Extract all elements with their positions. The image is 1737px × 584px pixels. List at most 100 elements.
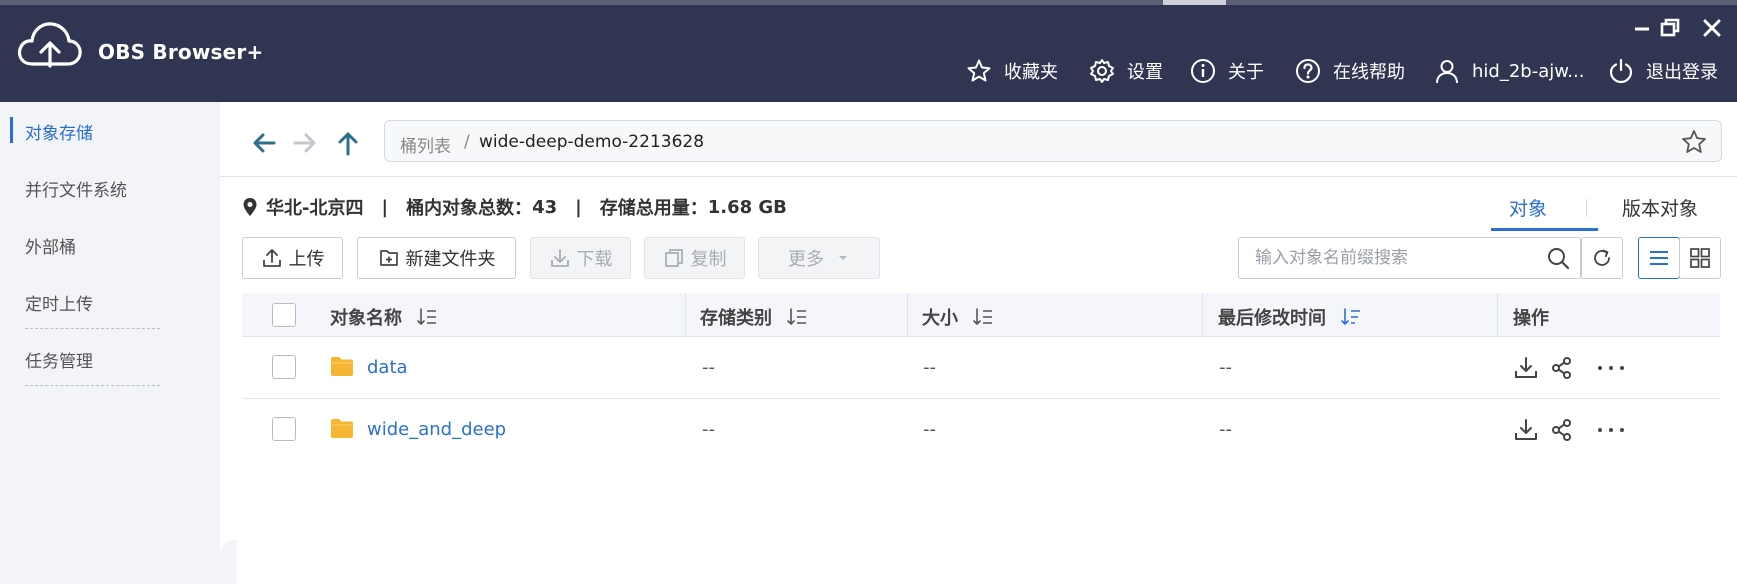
grid-view-icon (1690, 248, 1710, 268)
size-cell: -- (923, 419, 936, 440)
share-icon[interactable] (1549, 355, 1575, 381)
cloud-upload-icon (17, 22, 82, 68)
more-icon[interactable] (1596, 417, 1626, 443)
favorites-label: 收藏夹 (1004, 62, 1058, 83)
new-folder-button[interactable]: 新建文件夹 (357, 237, 516, 279)
sort-icon[interactable] (416, 306, 438, 328)
username-label: hid_2b-ajw... (1472, 60, 1585, 82)
table-row[interactable]: wide_and_deep -- -- -- (242, 399, 1720, 461)
column-header-storage-class[interactable]: 存储类别 (700, 304, 808, 330)
restore-icon[interactable] (1658, 16, 1682, 40)
list-view-icon (1650, 251, 1668, 265)
sort-icon[interactable] (786, 306, 808, 328)
upload-label: 上传 (288, 249, 325, 270)
list-view-button[interactable] (1638, 237, 1680, 279)
power-icon (1609, 58, 1633, 84)
online-help-button[interactable]: 在线帮助 (1295, 56, 1405, 86)
more-dropdown-button[interactable]: 更多 (758, 237, 880, 279)
tab-divider (1586, 199, 1587, 217)
back-arrow-icon[interactable] (249, 128, 279, 158)
caret-down-icon (839, 256, 847, 260)
column-storage-class-label: 存储类别 (700, 308, 772, 329)
column-header-actions: 操作 (1513, 304, 1549, 330)
sort-active-icon[interactable] (1340, 306, 1362, 328)
column-separator (1497, 293, 1498, 337)
forward-arrow-icon[interactable] (290, 128, 320, 158)
close-icon[interactable] (1700, 16, 1724, 40)
row-checkbox[interactable] (272, 417, 296, 441)
tab-version-objects[interactable]: 版本对象 (1622, 194, 1698, 221)
tab-objects[interactable]: 对象 (1509, 194, 1547, 221)
column-header-name[interactable]: 对象名称 (330, 304, 438, 330)
grid-view-button[interactable] (1679, 237, 1721, 279)
sidebar-item-scheduled-upload[interactable]: 定时上传 (25, 290, 93, 315)
column-separator (907, 293, 908, 337)
sidebar-item-external-bucket[interactable]: 外部桶 (25, 233, 76, 258)
download-icon[interactable] (1513, 355, 1539, 381)
region-label: 华北-北京四 (266, 198, 364, 219)
sidebar-item-task-management[interactable]: 任务管理 (25, 347, 93, 372)
storage-class-cell: -- (702, 419, 715, 440)
storage-usage-label: 存储总用量： (599, 198, 708, 219)
copy-label: 复制 (690, 249, 727, 270)
column-actions-label: 操作 (1513, 308, 1549, 329)
refresh-button[interactable] (1581, 237, 1623, 279)
settings-label: 设置 (1127, 62, 1163, 83)
storage-class-cell: -- (702, 357, 715, 378)
online-help-label: 在线帮助 (1333, 62, 1405, 83)
table-row[interactable]: data -- -- -- (242, 337, 1720, 399)
breadcrumb-current-bucket: wide-deep-demo-2213628 (479, 132, 705, 152)
modified-cell: -- (1219, 357, 1232, 378)
folder-icon (331, 419, 353, 438)
sort-icon[interactable] (972, 306, 994, 328)
size-cell: -- (923, 357, 936, 378)
sidebar (0, 102, 220, 584)
storage-usage-value: 1.68 GB (707, 196, 787, 218)
copy-button[interactable]: 复制 (644, 237, 745, 279)
breadcrumb-bucket-list[interactable]: 桶列表 (400, 132, 451, 157)
top-scroll-strip (0, 0, 1737, 5)
settings-button[interactable]: 设置 (1089, 56, 1163, 86)
upload-button[interactable]: 上传 (242, 237, 343, 279)
search-input[interactable] (1239, 238, 1539, 278)
user-account-button[interactable]: hid_2b-ajw... (1434, 56, 1584, 86)
minimize-icon[interactable] (1630, 16, 1654, 40)
breadcrumb[interactable]: 桶列表 / wide-deep-demo-2213628 (384, 120, 1722, 162)
user-icon (1436, 60, 1458, 84)
column-header-size[interactable]: 大小 (922, 304, 994, 330)
breadcrumb-separator: / (464, 132, 470, 152)
object-name-link[interactable]: data (367, 357, 408, 378)
about-label: 关于 (1228, 62, 1264, 83)
new-folder-label: 新建文件夹 (405, 249, 496, 270)
download-icon[interactable] (1513, 417, 1539, 443)
download-icon (550, 249, 569, 267)
download-button[interactable]: 下载 (530, 237, 631, 279)
column-header-modified[interactable]: 最后修改时间 (1218, 304, 1362, 330)
about-button[interactable]: 关于 (1190, 56, 1264, 86)
column-modified-label: 最后修改时间 (1218, 308, 1326, 329)
top-scroll-thumb[interactable] (1163, 0, 1226, 5)
table-header: 对象名称 存储类别 大小 最后修改时间 操作 (242, 293, 1720, 337)
sidebar-item-parallel-fs[interactable]: 并行文件系统 (25, 176, 127, 201)
object-name-link[interactable]: wide_and_deep (367, 419, 506, 440)
column-name-label: 对象名称 (330, 308, 402, 329)
active-tab-underline (1491, 228, 1598, 231)
column-separator (1202, 293, 1203, 337)
share-icon[interactable] (1549, 417, 1575, 443)
search-icon[interactable] (1546, 246, 1570, 270)
row-checkbox[interactable] (272, 355, 296, 379)
more-icon[interactable] (1596, 355, 1626, 381)
bookmark-star-icon[interactable] (1680, 128, 1708, 156)
bucket-info: 华北-北京四 | 桶内对象总数： 43 | 存储总用量： 1.68 GB (242, 194, 787, 220)
select-all-checkbox[interactable] (272, 303, 296, 327)
logout-label: 退出登录 (1646, 62, 1718, 83)
sidebar-divider (25, 385, 160, 386)
logout-button[interactable]: 退出登录 (1608, 56, 1718, 86)
gear-icon (1090, 59, 1114, 83)
title-bar: OBS Browser+ 收藏夹 设置 关于 在线帮助 hid_2b-ajw..… (0, 0, 1737, 102)
refresh-icon (1594, 249, 1610, 266)
up-arrow-icon[interactable] (333, 128, 363, 158)
favorites-button[interactable]: 收藏夹 (966, 56, 1058, 86)
sidebar-item-object-storage[interactable]: 对象存储 (25, 119, 93, 144)
column-size-label: 大小 (922, 308, 958, 329)
